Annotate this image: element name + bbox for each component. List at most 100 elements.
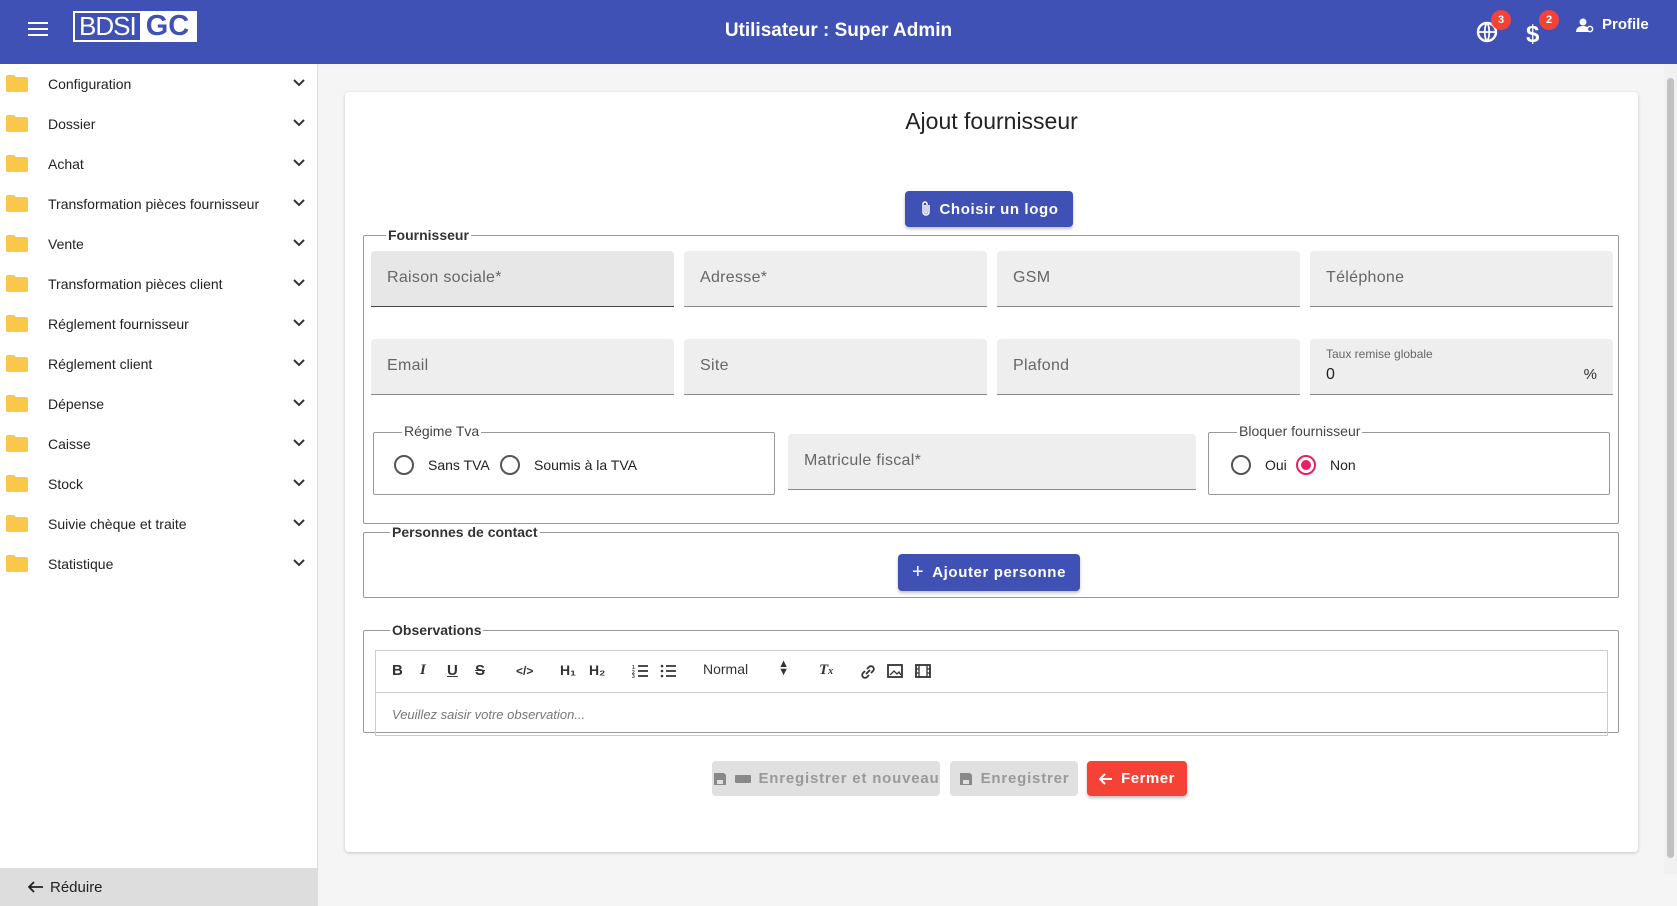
sidebar-item-label: Réglement client	[48, 356, 153, 372]
telephone-placeholder: Téléphone	[1326, 269, 1405, 286]
plus-icon: +	[911, 561, 925, 583]
plafond-field[interactable]: Plafond	[997, 339, 1300, 395]
sidebar-item-label: Configuration	[48, 76, 132, 92]
floppy-disk-icon	[713, 772, 726, 785]
vertical-scrollbar[interactable]	[1664, 64, 1677, 874]
bullet-list-icon[interactable]	[660, 664, 676, 678]
code-icon[interactable]: </>	[516, 664, 533, 678]
sidebar-item-achat[interactable]: Achat	[0, 144, 318, 184]
site-field[interactable]: Site	[684, 339, 987, 395]
sidebar-item-label: Caisse	[48, 436, 91, 452]
profile-button[interactable]: Profile	[1576, 16, 1649, 33]
choose-logo-button[interactable]: Choisir un logo	[905, 191, 1073, 227]
email-placeholder: Email	[387, 357, 429, 374]
email-field[interactable]: Email	[371, 339, 674, 395]
sidebar-item-configuration[interactable]: Configuration	[0, 64, 318, 104]
observation-text-area[interactable]: Veuillez saisir votre observation...	[392, 707, 585, 722]
radio-label: Non	[1330, 457, 1356, 473]
radio-soumis-tva[interactable]: Soumis à la TVA	[500, 455, 637, 475]
sidebar-item-label: Transformation pièces client	[48, 276, 223, 292]
sidebar-item-stock[interactable]: Stock	[0, 464, 318, 504]
chevron-down-icon	[293, 119, 305, 127]
heading-2-icon[interactable]: H₂	[589, 662, 605, 678]
heading-select[interactable]: Normal ▲ ▼	[703, 659, 793, 678]
clear-format-icon[interactable]: Tx	[819, 662, 833, 679]
arrow-left-icon	[28, 881, 43, 893]
chevron-down-icon	[293, 439, 305, 447]
heading-1-icon[interactable]: H₁	[560, 662, 576, 678]
ordered-list-icon[interactable]: 123	[632, 664, 648, 678]
folder-icon	[6, 155, 28, 172]
folder-icon	[6, 355, 28, 372]
radio-oui[interactable]: Oui	[1231, 455, 1287, 475]
new-badge-icon	[734, 774, 751, 783]
sidebar: Configuration Dossier Achat Transformati…	[0, 64, 318, 906]
arrow-left-icon	[1099, 772, 1113, 785]
radio-circle	[1231, 455, 1251, 475]
svg-text:3: 3	[632, 674, 635, 678]
dollar-notification-button[interactable]: $ 2	[1523, 10, 1559, 48]
sidebar-item-label: Statistique	[48, 556, 114, 572]
reduce-sidebar-button[interactable]: Réduire	[0, 868, 318, 906]
folder-icon	[6, 515, 28, 532]
bloquer-fournisseur-group: Bloquer fournisseur Oui Non	[1208, 423, 1610, 495]
link-icon[interactable]	[860, 664, 876, 680]
observation-placeholder: Veuillez saisir votre observation...	[392, 707, 586, 722]
chevron-down-icon	[293, 79, 305, 87]
matricule-fiscal-placeholder: Matricule fiscal*	[804, 452, 922, 469]
chevron-down-icon	[293, 559, 305, 567]
save-and-new-button[interactable]: Enregistrer et nouveau	[712, 761, 940, 796]
paperclip-icon	[921, 201, 930, 216]
image-icon[interactable]	[887, 664, 903, 678]
chevron-down-icon	[293, 319, 305, 327]
sidebar-item-reglement-fournisseur[interactable]: Réglement fournisseur	[0, 304, 318, 344]
scrollbar-thumb[interactable]	[1667, 78, 1674, 858]
taux-remise-field[interactable]: Taux remise globale 0 %	[1310, 339, 1613, 395]
radio-circle-selected	[1296, 455, 1316, 475]
adresse-field[interactable]: Adresse*	[684, 251, 987, 307]
bold-icon[interactable]: B	[392, 662, 403, 679]
video-icon[interactable]	[915, 664, 931, 678]
sidebar-item-label: Achat	[48, 156, 84, 172]
folder-icon	[6, 395, 28, 412]
add-person-button[interactable]: + Ajouter personne	[898, 554, 1080, 591]
close-label: Fermer	[1121, 770, 1175, 787]
close-button[interactable]: Fermer	[1087, 761, 1187, 796]
chevron-down-icon	[293, 239, 305, 247]
sidebar-item-label: Dossier	[48, 116, 96, 132]
sidebar-item-vente[interactable]: Vente	[0, 224, 318, 264]
sidebar-item-caisse[interactable]: Caisse	[0, 424, 318, 464]
chevron-down-icon	[293, 199, 305, 207]
sidebar-item-transformation-pieces-client[interactable]: Transformation pièces client	[0, 264, 318, 304]
sidebar-item-statistique[interactable]: Statistique	[0, 544, 318, 584]
sidebar-item-label: Réglement fournisseur	[48, 316, 189, 332]
regime-tva-legend: Régime Tva	[402, 423, 482, 439]
save-button[interactable]: Enregistrer	[950, 761, 1078, 796]
observations-editor: B I U S </> H₁ H₂ 123 Normal ▲ ▼ Tx Veuil	[375, 650, 1608, 736]
folder-icon	[6, 115, 28, 132]
sidebar-item-suivie-cheque-et-traite[interactable]: Suivie chèque et traite	[0, 504, 318, 544]
raison-sociale-placeholder: Raison sociale*	[387, 269, 502, 286]
telephone-field[interactable]: Téléphone	[1310, 251, 1613, 307]
radio-non[interactable]: Non	[1296, 455, 1356, 475]
radio-sans-tva[interactable]: Sans TVA	[394, 455, 490, 475]
notification-badge: 3	[1491, 10, 1511, 30]
sidebar-item-reglement-client[interactable]: Réglement client	[0, 344, 318, 384]
sidebar-item-depense[interactable]: Dépense	[0, 384, 318, 424]
gsm-field[interactable]: GSM	[997, 251, 1300, 307]
matricule-fiscal-field[interactable]: Matricule fiscal*	[788, 434, 1196, 490]
folder-icon	[6, 475, 28, 492]
underline-icon[interactable]: U	[447, 662, 458, 679]
sidebar-item-dossier[interactable]: Dossier	[0, 104, 318, 144]
folder-icon	[6, 75, 28, 92]
folder-icon	[6, 235, 28, 252]
svg-text:$: $	[1526, 21, 1540, 46]
choose-logo-label: Choisir un logo	[939, 200, 1059, 218]
sidebar-item-transformation-pieces-fournisseur[interactable]: Transformation pièces fournisseur	[0, 184, 318, 224]
raison-sociale-field[interactable]: Raison sociale*	[371, 251, 674, 307]
strikethrough-icon[interactable]: S	[475, 662, 485, 679]
form-title: Ajout fournisseur	[905, 108, 1078, 134]
save-and-new-label: Enregistrer et nouveau	[758, 770, 940, 787]
italic-icon[interactable]: I	[420, 662, 426, 679]
globe-settings-notification-button[interactable]: 3	[1475, 10, 1511, 46]
